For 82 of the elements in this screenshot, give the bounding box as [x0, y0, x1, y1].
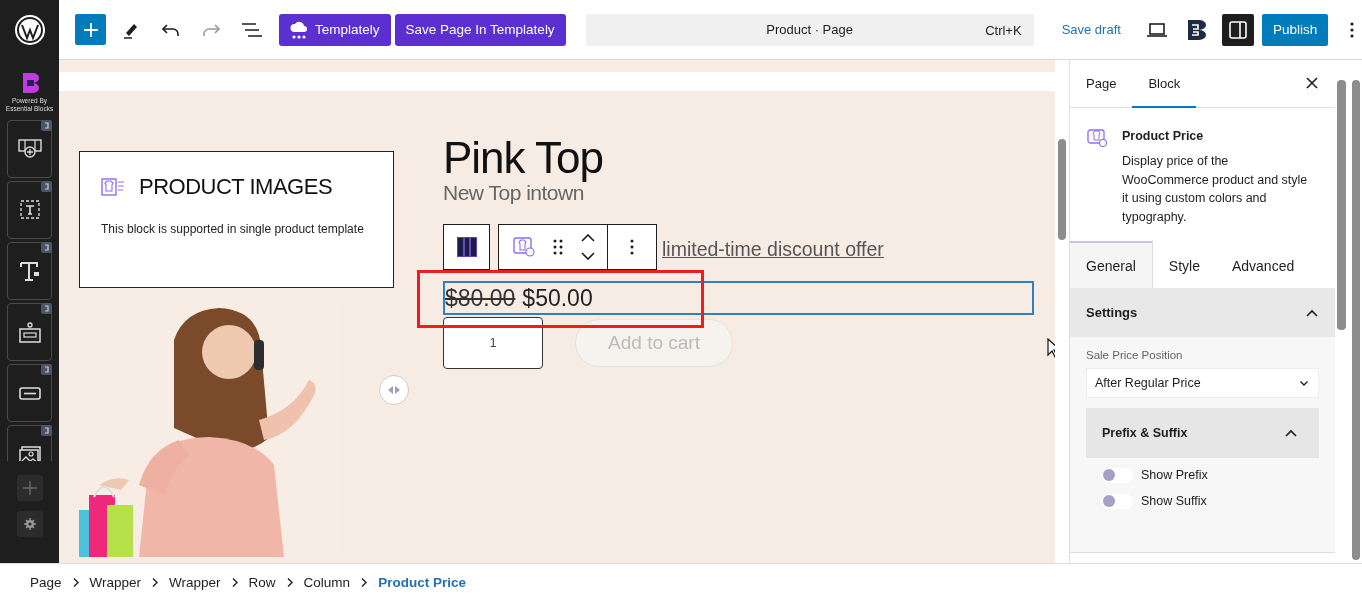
settings-button[interactable]: [16, 511, 43, 537]
chevron-right-icon: [152, 577, 159, 587]
product-subtitle: New Top intown: [443, 181, 584, 205]
form-block-icon: [16, 320, 43, 344]
plus-icon: [82, 21, 99, 38]
chevron-right-icon: [72, 577, 79, 587]
offer-link[interactable]: limited-time discount offer: [662, 237, 884, 261]
chevron-right-icon: [231, 577, 238, 587]
redo-icon[interactable]: [202, 22, 220, 37]
resize-arrows-icon: [388, 386, 400, 394]
add-block-button[interactable]: [75, 14, 106, 45]
publish-button[interactable]: Publish: [1261, 13, 1329, 46]
breadcrumb-item[interactable]: Wrapper: [89, 574, 142, 590]
field-label: Sale Price Position: [1086, 349, 1184, 361]
pro-badge-icon: [41, 364, 52, 375]
regular-price: $80.00: [445, 284, 516, 312]
sale-price: $50.00: [522, 284, 593, 312]
pro-badge-icon: [41, 242, 52, 253]
block-description: Display price of the WooCommerce product and style it using custom colors and typography.: [1122, 153, 1309, 226]
block-type-icon[interactable]: [513, 237, 535, 257]
inspector-tab[interactable]: General: [1070, 241, 1153, 288]
block-tile[interactable]: [7, 242, 52, 300]
quantity-field[interactable]: 1: [443, 317, 543, 369]
product-price-block[interactable]: $80.00 $50.00: [443, 281, 1034, 315]
breadcrumb-item[interactable]: Column: [303, 574, 351, 590]
save-template-button[interactable]: Save Page In Templately: [394, 13, 566, 46]
toggle-label: Show Prefix: [1141, 468, 1208, 482]
toggle-label: Show Suffix: [1141, 494, 1207, 508]
save-draft-link[interactable]: Save draft: [1061, 22, 1121, 37]
product-gallery-icon: [101, 177, 125, 197]
toggle-switch[interactable]: [1102, 493, 1133, 509]
move-up-down-icon[interactable]: [581, 234, 595, 260]
pro-badge-icon: [41, 120, 52, 131]
block-name: Product Price: [1122, 129, 1205, 143]
parent-block-button[interactable]: [443, 224, 490, 270]
block-tile[interactable]: [7, 303, 52, 361]
pro-badge-icon: [41, 181, 52, 192]
block-tile[interactable]: [7, 181, 52, 239]
settings-panel-header[interactable]: Settings: [1070, 288, 1335, 337]
breadcrumb-item[interactable]: Product Price: [378, 574, 466, 590]
resize-handle[interactable]: [379, 375, 409, 405]
chevron-icon[interactable]: [1306, 308, 1318, 317]
cloud-icon: [290, 19, 308, 40]
chevron-icon[interactable]: [1285, 429, 1297, 437]
laptop-icon[interactable]: [1146, 22, 1167, 37]
close-icon[interactable]: [1306, 77, 1318, 89]
command-search-field[interactable]: Product · Page Ctrl+K: [585, 13, 1034, 46]
drag-handle-icon[interactable]: [553, 239, 563, 255]
undo-icon[interactable]: [162, 22, 180, 37]
sidebar-tab[interactable]: Block: [1132, 60, 1197, 108]
block-note: This block is supported in single product template: [101, 221, 365, 238]
list-view-icon[interactable]: [242, 22, 262, 37]
breadcrumb-item[interactable]: Wrapper: [169, 574, 221, 590]
gear-icon: [23, 518, 36, 530]
wordpress-logo-icon[interactable]: [14, 15, 45, 45]
toggle-switch[interactable]: [1102, 467, 1133, 483]
scrollbar[interactable]: [1352, 80, 1360, 560]
product-price-icon: [1087, 129, 1107, 147]
pro-badge-icon: [41, 303, 52, 314]
plus-icon: [22, 481, 37, 495]
chevron-down-icon: [1300, 380, 1308, 386]
chevron-right-icon: [286, 577, 293, 587]
columns-icon: [456, 237, 477, 257]
prefix-suffix-header[interactable]: Prefix & Suffix: [1086, 408, 1319, 458]
chevron-right-icon: [361, 577, 368, 587]
block-tile[interactable]: [7, 120, 52, 178]
breadcrumb-item[interactable]: Row: [248, 574, 276, 590]
templately-button[interactable]: Templately: [279, 13, 391, 46]
block-tile[interactable]: [7, 364, 52, 422]
sidebar-icon: [1228, 20, 1247, 39]
block-title: PRODUCT IMAGES: [139, 174, 333, 200]
more-options-icon[interactable]: [1350, 21, 1355, 38]
pro-badge-icon: [41, 425, 52, 436]
scrollbar[interactable]: [1337, 80, 1346, 330]
product-title: Pink Top: [443, 135, 604, 181]
sale-price-position-select[interactable]: After Regular Price: [1086, 368, 1319, 398]
gallery-block-icon: [16, 137, 43, 161]
settings-toggle-button[interactable]: [1221, 13, 1254, 46]
breadcrumb-item[interactable]: Page: [30, 574, 62, 590]
sidebar-tab[interactable]: Page: [1070, 60, 1133, 108]
essential-blocks-icon[interactable]: [1186, 18, 1207, 41]
more-options-icon[interactable]: [630, 239, 634, 255]
